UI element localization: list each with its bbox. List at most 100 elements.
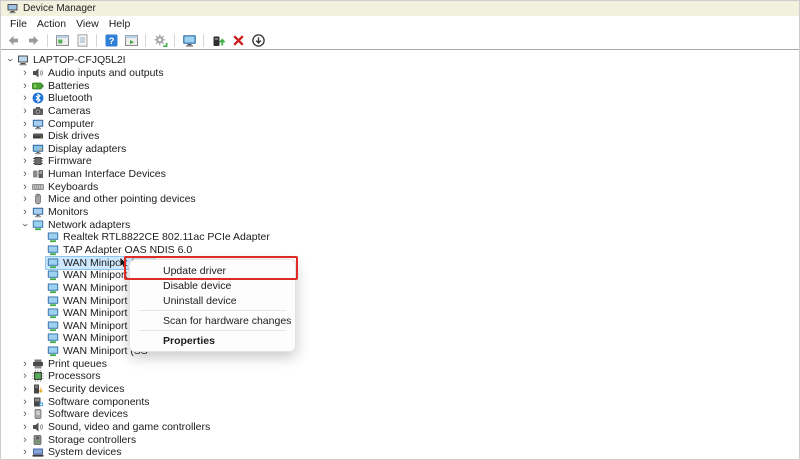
chevron-icon[interactable]: › — [20, 207, 30, 217]
disable-circle-icon — [251, 33, 266, 48]
menu-action[interactable]: Action — [32, 16, 71, 31]
chevron-icon[interactable]: › — [20, 119, 30, 129]
help-button[interactable]: ? — [102, 32, 120, 49]
menu-view[interactable]: View — [71, 16, 104, 31]
display-adapter-icon — [32, 143, 44, 155]
tree-item-wan-miniport-ipv[interactable]: WAN Miniport (IPv — [1, 282, 799, 295]
tree-item-batteries[interactable]: › Batteries — [1, 79, 799, 92]
export-list-button[interactable] — [73, 32, 91, 49]
chevron-icon[interactable]: › — [20, 93, 30, 103]
disk-icon — [32, 130, 44, 142]
tree-item-wan-miniport-ip[interactable]: WAN Miniport (IP) — [1, 269, 799, 282]
battery-icon — [32, 80, 44, 92]
scan-hardware-changes-button[interactable] — [151, 32, 169, 49]
tree-item-wan-miniport-pp[interactable]: WAN Miniport (PP — [1, 332, 799, 345]
tree-item-audio-inputs-and-outputs[interactable]: › Audio inputs and outputs — [1, 67, 799, 80]
chevron-icon[interactable]: › — [20, 106, 30, 116]
software-device-icon — [32, 408, 44, 420]
tree-item-print-queues[interactable]: › Print queues — [1, 357, 799, 370]
tree-item-display-adapters[interactable]: › Display adapters — [1, 142, 799, 155]
tree-item-wan-miniport-l2[interactable]: WAN Miniport (L2 — [1, 294, 799, 307]
chevron-icon[interactable]: › — [20, 397, 30, 407]
chevron-icon[interactable]: › — [20, 156, 30, 166]
printer-icon — [32, 358, 44, 370]
monitor-icon — [182, 33, 197, 48]
tree-item-tap-adapter-oas-ndis-6-0[interactable]: TAP Adapter OAS NDIS 6.0 — [1, 244, 799, 257]
tree-item-monitors[interactable]: › Monitors — [1, 206, 799, 219]
tree-item-processors[interactable]: › Processors — [1, 370, 799, 383]
monitor-blue-icon — [32, 206, 44, 218]
tree-item-wan-miniport-ss[interactable]: WAN Miniport (SS — [1, 345, 799, 358]
mouse-icon — [32, 193, 44, 205]
uninstall-device-button[interactable] — [229, 32, 247, 49]
tree-item-wan-miniport-ne[interactable]: WAN Miniport (Ne — [1, 307, 799, 320]
tree-item-storage-controllers[interactable]: › Storage controllers — [1, 433, 799, 446]
security-icon — [32, 383, 44, 395]
forward-icon — [26, 33, 41, 48]
menu-disable-device[interactable]: Disable device — [130, 278, 295, 293]
chevron-icon[interactable]: › — [20, 384, 30, 394]
hid-icon — [32, 168, 44, 180]
chevron-icon[interactable]: › — [20, 182, 30, 192]
tree-item-mice-and-other-pointing-devices[interactable]: › Mice and other pointing devices — [1, 193, 799, 206]
network-adapter-icon — [47, 244, 59, 256]
toolbar-separator — [174, 34, 175, 47]
menu-properties[interactable]: Properties — [130, 333, 295, 348]
network-adapter-icon — [47, 282, 59, 294]
chevron-icon[interactable]: › — [20, 194, 30, 204]
tree-item-firmware[interactable]: › Firmware — [1, 155, 799, 168]
properties-button[interactable] — [122, 32, 140, 49]
processor-icon — [32, 370, 44, 382]
chevron-icon[interactable]: › — [20, 220, 30, 230]
chevron-icon[interactable]: › — [20, 359, 30, 369]
tree-item-software-devices[interactable]: › Software devices — [1, 408, 799, 421]
tree-item-human-interface-devices[interactable]: › Human Interface Devices — [1, 168, 799, 181]
speaker-icon — [32, 421, 44, 433]
show-console-tree-button[interactable] — [53, 32, 71, 49]
tree-item-computer[interactable]: › Computer — [1, 117, 799, 130]
tree-item-disk-drives[interactable]: › Disk drives — [1, 130, 799, 143]
menu-scan-hardware-changes[interactable]: Scan for hardware changes — [130, 313, 295, 328]
chevron-icon[interactable]: › — [20, 422, 30, 432]
tree-item-system-devices[interactable]: › System devices — [1, 446, 799, 458]
back-button[interactable] — [4, 32, 22, 49]
menu-help[interactable]: Help — [104, 16, 136, 31]
tree-item-keyboards[interactable]: › Keyboards — [1, 180, 799, 193]
computer-button[interactable] — [180, 32, 198, 49]
chevron-icon[interactable]: › — [20, 144, 30, 154]
tree-item-network-adapters[interactable]: › Network adapters — [1, 218, 799, 231]
chevron-icon[interactable]: › — [20, 447, 30, 457]
back-icon — [6, 33, 21, 48]
computer-icon — [17, 54, 29, 66]
menu-file[interactable]: File — [5, 16, 32, 31]
tree-item-sound-video-and-game-controllers[interactable]: › Sound, video and game controllers — [1, 421, 799, 434]
context-menu: Update driver Disable device Uninstall d… — [129, 259, 296, 352]
chevron-icon[interactable]: › — [20, 81, 30, 91]
camera-icon — [32, 105, 44, 117]
chevron-icon[interactable]: › — [20, 68, 30, 78]
tree-item-realtek-rtl8822ce-802-11ac-pcie-adapter[interactable]: Realtek RTL8822CE 802.11ac PCIe Adapter — [1, 231, 799, 244]
chevron-icon[interactable]: › — [20, 131, 30, 141]
tree-item-security-devices[interactable]: › Security devices — [1, 383, 799, 396]
chevron-icon[interactable]: › — [20, 409, 30, 419]
chevron-icon[interactable]: › — [20, 371, 30, 381]
tree-item-wan-miniport-pp[interactable]: WAN Miniport (PP — [1, 319, 799, 332]
chevron-icon[interactable]: › — [5, 55, 15, 65]
disable-device-button[interactable] — [249, 32, 267, 49]
update-driver-button[interactable] — [209, 32, 227, 49]
software-component-icon — [32, 396, 44, 408]
title-bar: Device Manager — [1, 1, 799, 16]
device-tree: › LAPTOP-CFJQ5L2I › Audio inputs and out… — [1, 50, 799, 458]
tree-item-bluetooth[interactable]: › Bluetooth — [1, 92, 799, 105]
storage-icon — [32, 434, 44, 446]
network-adapter-icon — [47, 307, 59, 319]
menu-uninstall-device[interactable]: Uninstall device — [130, 293, 295, 308]
forward-button[interactable] — [24, 32, 42, 49]
tree-item-laptop-cfjq5l2i[interactable]: › LAPTOP-CFJQ5L2I — [1, 54, 799, 67]
help-icon: ? — [104, 33, 119, 48]
tree-item-cameras[interactable]: › Cameras — [1, 105, 799, 118]
chevron-icon[interactable]: › — [20, 435, 30, 445]
menu-update-driver[interactable]: Update driver — [130, 263, 295, 278]
chevron-icon[interactable]: › — [20, 169, 30, 179]
tree-item-software-components[interactable]: › Software components — [1, 395, 799, 408]
